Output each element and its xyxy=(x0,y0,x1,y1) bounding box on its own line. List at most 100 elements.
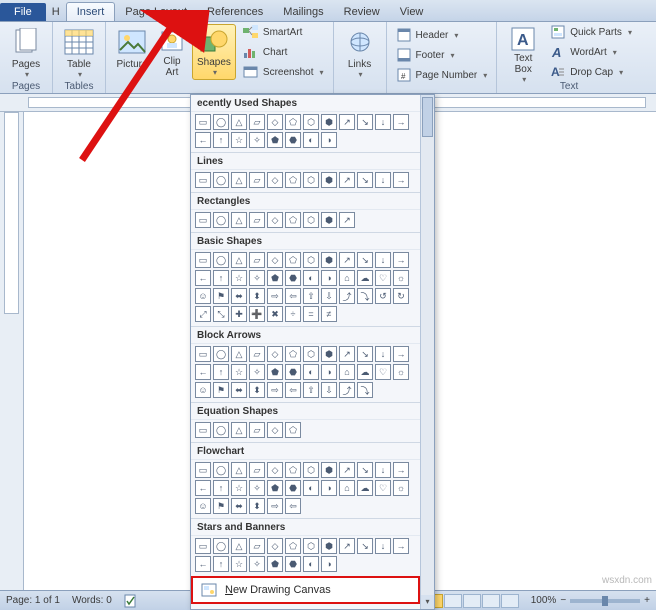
shape-item[interactable]: ☼ xyxy=(393,270,409,286)
shape-item[interactable]: ▭ xyxy=(195,422,211,438)
shape-item[interactable]: ⬡ xyxy=(303,114,319,130)
shape-item[interactable]: ⬢ xyxy=(321,346,337,362)
shape-item[interactable]: ↑ xyxy=(213,270,229,286)
shape-item[interactable]: ↘ xyxy=(357,114,373,130)
shape-item[interactable]: → xyxy=(393,346,409,362)
shape-item[interactable]: ✖ xyxy=(267,306,283,322)
shape-item[interactable]: ⬡ xyxy=(303,212,319,228)
shape-item[interactable]: ✚ xyxy=(231,306,247,322)
shape-item[interactable]: ⬠ xyxy=(285,252,301,268)
shape-item[interactable]: ◯ xyxy=(213,172,229,188)
shape-item[interactable]: △ xyxy=(231,462,247,478)
shape-item[interactable]: ♡ xyxy=(375,480,391,496)
shape-item[interactable]: ◐ xyxy=(303,556,319,572)
zoom-in-button[interactable]: + xyxy=(644,595,650,606)
shape-item[interactable]: ⇨ xyxy=(267,498,283,514)
tab-file[interactable]: File xyxy=(0,3,46,21)
shape-item[interactable]: ⇨ xyxy=(267,382,283,398)
shape-item[interactable]: △ xyxy=(231,114,247,130)
shape-item[interactable]: ⬍ xyxy=(249,382,265,398)
shape-item[interactable]: ☁ xyxy=(357,364,373,380)
shape-item[interactable]: ▭ xyxy=(195,462,211,478)
shape-item[interactable]: ⇨ xyxy=(267,288,283,304)
shape-item[interactable]: ◇ xyxy=(267,114,283,130)
shape-item[interactable]: ⤴ xyxy=(339,288,355,304)
shape-item[interactable]: ↑ xyxy=(213,132,229,148)
tab-review[interactable]: Review xyxy=(334,3,390,21)
footer-button[interactable]: Footer xyxy=(393,46,491,64)
shape-item[interactable]: ↗ xyxy=(339,462,355,478)
shape-item[interactable]: ▭ xyxy=(195,172,211,188)
shape-item[interactable]: ↗ xyxy=(339,346,355,362)
shape-item[interactable]: ⇩ xyxy=(321,382,337,398)
shape-item[interactable]: ◇ xyxy=(267,462,283,478)
shape-item[interactable]: ◇ xyxy=(267,422,283,438)
dropcap-button[interactable]: ADrop Cap xyxy=(547,63,635,81)
shape-item[interactable]: ⚑ xyxy=(213,288,229,304)
shape-item[interactable]: ↓ xyxy=(375,172,391,188)
shape-item[interactable]: → xyxy=(393,538,409,554)
shape-item[interactable]: ⬡ xyxy=(303,346,319,362)
screenshot-button[interactable]: Screenshot xyxy=(240,63,327,81)
tab-references[interactable]: References xyxy=(197,3,273,21)
shape-item[interactable]: ⬡ xyxy=(303,538,319,554)
tab-view[interactable]: View xyxy=(390,3,434,21)
shape-item[interactable]: ▱ xyxy=(249,172,265,188)
shape-item[interactable]: ◑ xyxy=(321,132,337,148)
shape-item[interactable]: ⬟ xyxy=(267,132,283,148)
shape-item[interactable]: ⇩ xyxy=(321,288,337,304)
shape-item[interactable]: ⬢ xyxy=(321,462,337,478)
tab-home-partial[interactable]: H xyxy=(48,3,66,21)
shape-item[interactable]: ⬢ xyxy=(321,252,337,268)
shape-item[interactable]: ↑ xyxy=(213,480,229,496)
shape-item[interactable]: ▭ xyxy=(195,212,211,228)
shape-item[interactable]: ⇦ xyxy=(285,288,301,304)
quickparts-button[interactable]: Quick Parts xyxy=(547,23,635,41)
shape-item[interactable]: ⬟ xyxy=(267,270,283,286)
shape-item[interactable]: ◐ xyxy=(303,364,319,380)
vertical-ruler[interactable] xyxy=(0,112,24,590)
shape-item[interactable]: ← xyxy=(195,364,211,380)
shape-item[interactable]: ⬠ xyxy=(285,212,301,228)
status-proofing-icon[interactable] xyxy=(124,594,138,608)
shape-item[interactable]: ⚑ xyxy=(213,498,229,514)
shape-item[interactable]: ⇦ xyxy=(285,382,301,398)
shape-item[interactable]: ⬠ xyxy=(285,346,301,362)
shape-item[interactable]: ☁ xyxy=(357,480,373,496)
shape-item[interactable]: ⬢ xyxy=(321,538,337,554)
clipart-button[interactable]: Clip Art xyxy=(152,24,192,80)
shape-item[interactable]: ▱ xyxy=(249,346,265,362)
shape-item[interactable]: ⬠ xyxy=(285,114,301,130)
shape-item[interactable]: → xyxy=(393,172,409,188)
shape-item[interactable]: ⌂ xyxy=(339,364,355,380)
shape-item[interactable]: ⬡ xyxy=(303,252,319,268)
shape-item[interactable]: ⬠ xyxy=(285,172,301,188)
scroll-thumb[interactable] xyxy=(422,97,433,137)
shape-item[interactable]: ↓ xyxy=(375,114,391,130)
shape-item[interactable]: ↑ xyxy=(213,364,229,380)
shape-item[interactable]: ◯ xyxy=(213,346,229,362)
shape-item[interactable]: ✧ xyxy=(249,556,265,572)
shape-item[interactable]: ◑ xyxy=(321,480,337,496)
shape-item[interactable]: ⌂ xyxy=(339,480,355,496)
shape-item[interactable]: ☆ xyxy=(231,480,247,496)
shape-item[interactable]: ⬡ xyxy=(303,462,319,478)
shape-item[interactable]: ◇ xyxy=(267,538,283,554)
shape-item[interactable]: ✧ xyxy=(249,364,265,380)
shape-item[interactable]: ⇧ xyxy=(303,288,319,304)
shape-item[interactable]: ✧ xyxy=(249,270,265,286)
shape-item[interactable]: ≠ xyxy=(321,306,337,322)
shape-item[interactable]: ← xyxy=(195,132,211,148)
shape-item[interactable]: ⇧ xyxy=(303,382,319,398)
shape-item[interactable]: ⤵ xyxy=(357,382,373,398)
shape-item[interactable]: ✧ xyxy=(249,132,265,148)
shape-item[interactable]: ⬟ xyxy=(267,480,283,496)
scroll-down-icon[interactable]: ▾ xyxy=(421,595,434,609)
shape-item[interactable]: ⬢ xyxy=(321,172,337,188)
shape-item[interactable]: ◯ xyxy=(213,252,229,268)
shape-item[interactable]: ↘ xyxy=(357,252,373,268)
zoom-level[interactable]: 100% xyxy=(531,595,557,606)
shape-item[interactable]: ▭ xyxy=(195,538,211,554)
shape-item[interactable]: ⬌ xyxy=(231,498,247,514)
shape-item[interactable]: ↓ xyxy=(375,538,391,554)
